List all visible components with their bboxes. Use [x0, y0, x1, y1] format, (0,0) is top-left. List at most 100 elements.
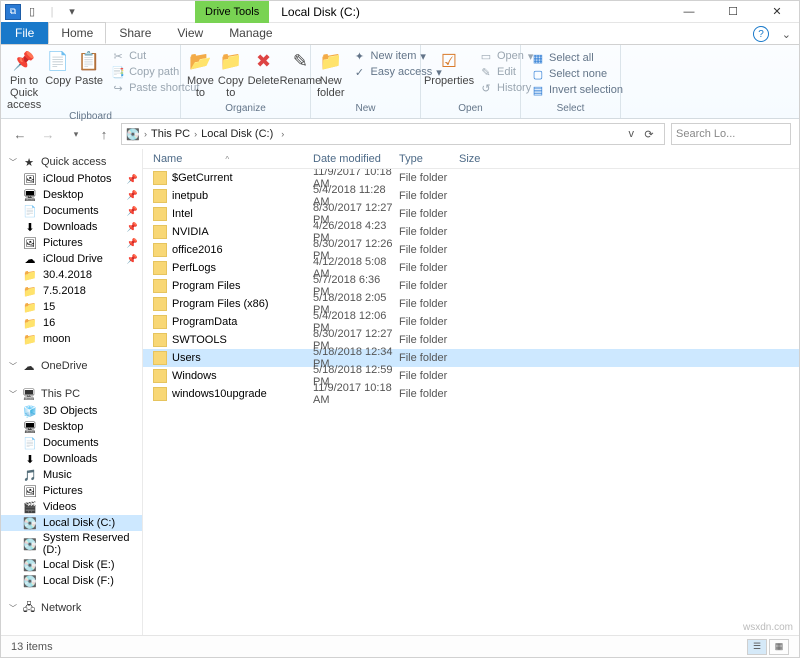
file-row[interactable]: Intel8/30/2017 12:27 PMFile folder — [143, 205, 799, 223]
new-folder-button[interactable]: 📁New folder — [317, 47, 345, 99]
select-all-button[interactable]: ▦Select all — [527, 51, 627, 65]
nav-item-pc-4[interactable]: 🎵Music — [1, 467, 142, 483]
nav-onedrive[interactable]: OneDrive — [41, 360, 87, 372]
nav-network[interactable]: Network — [41, 602, 81, 614]
folder-icon — [153, 261, 167, 275]
nav-up-button[interactable]: ↑ — [93, 123, 115, 145]
maximize-button[interactable]: ☐ — [711, 1, 755, 23]
new-group-label: New — [317, 103, 414, 116]
nav-quick-access[interactable]: Quick access — [41, 156, 106, 168]
copy-button[interactable]: 📄 Copy — [45, 47, 71, 87]
file-row[interactable]: NVIDIA4/26/2018 4:23 PMFile folder — [143, 223, 799, 241]
column-name[interactable]: Name ^ — [153, 153, 313, 165]
nav-item-qa-0[interactable]: 🖼iCloud Photos📌 — [1, 171, 142, 187]
nav-item-pc-1[interactable]: 🖥Desktop — [1, 419, 142, 435]
view-icons-button[interactable]: ▦ — [769, 639, 789, 655]
onedrive-icon: ☁ — [22, 359, 36, 373]
nav-item-pc-9[interactable]: 💽Local Disk (E:) — [1, 557, 142, 573]
moveto-button[interactable]: 📂Move to — [187, 47, 214, 99]
qat-dropdown-icon[interactable]: ▾ — [63, 3, 81, 21]
crumb-thispc[interactable]: This PC — [151, 128, 190, 140]
chevron-icon[interactable]: ﹀ — [9, 157, 17, 168]
nav-item-pc-8[interactable]: 💽System Reserved (D:) — [1, 531, 142, 557]
nav-item-pc-6[interactable]: 🎬Videos — [1, 499, 142, 515]
nav-forward-button[interactable]: → — [37, 123, 59, 145]
app-icon[interactable]: ⧉ — [5, 4, 21, 20]
cloud-icon: ☁ — [23, 252, 37, 266]
nav-item-pc-0[interactable]: 🧊3D Objects — [1, 403, 142, 419]
file-row[interactable]: PerfLogs4/12/2018 5:08 AMFile folder — [143, 259, 799, 277]
address-bar[interactable]: 💽 ›This PC ›Local Disk (C:)› v ⟳ — [121, 123, 665, 145]
invert-selection-button[interactable]: ▤Invert selection — [527, 83, 627, 97]
address-dropdown-icon[interactable]: v — [629, 128, 635, 140]
refresh-button[interactable]: ⟳ — [638, 128, 660, 141]
chevron-icon[interactable]: ﹀ — [9, 603, 17, 614]
file-list[interactable]: $GetCurrent11/9/2017 10:18 AMFile folder… — [143, 169, 799, 635]
qat-icon[interactable]: ▯ — [23, 3, 41, 21]
select-none-button[interactable]: ▢Select none — [527, 67, 627, 81]
nav-item-qa-10[interactable]: 📁moon — [1, 331, 142, 347]
file-row[interactable]: Users5/18/2018 12:34 PMFile folder — [143, 349, 799, 367]
nav-item-qa-1[interactable]: 🖥Desktop📌 — [1, 187, 142, 203]
view-details-button[interactable]: ☰ — [747, 639, 767, 655]
nav-item-qa-7[interactable]: 📁7.5.2018 — [1, 283, 142, 299]
column-type[interactable]: Type — [399, 153, 459, 165]
nav-item-pc-7[interactable]: 💽Local Disk (C:) — [1, 515, 142, 531]
context-tab-drive-tools[interactable]: Drive Tools — [195, 1, 269, 23]
tab-share[interactable]: Share — [106, 22, 164, 44]
desktop-icon: 🖥 — [23, 188, 37, 202]
nav-item-qa-2[interactable]: 📄Documents📌 — [1, 203, 142, 219]
properties-button[interactable]: ☑Properties — [427, 47, 471, 87]
file-type: File folder — [399, 352, 459, 364]
downloads-icon: ⬇ — [23, 220, 37, 234]
tab-home[interactable]: Home — [48, 22, 106, 44]
file-row[interactable]: ProgramData5/4/2018 12:06 PMFile folder — [143, 313, 799, 331]
minimize-button[interactable]: — — [667, 1, 711, 23]
search-input[interactable]: Search Lo... — [671, 123, 791, 145]
nav-item-pc-3[interactable]: ⬇Downloads — [1, 451, 142, 467]
copyto-button[interactable]: 📁Copy to — [218, 47, 244, 99]
file-row[interactable]: inetpub5/4/2018 11:28 AMFile folder — [143, 187, 799, 205]
file-row[interactable]: Windows5/18/2018 12:59 PMFile folder — [143, 367, 799, 385]
nav-item-pc-5[interactable]: 🖼Pictures — [1, 483, 142, 499]
chevron-icon[interactable]: ﹀ — [9, 361, 17, 372]
file-row[interactable]: windows10upgrade11/9/2017 10:18 AMFile f… — [143, 385, 799, 403]
paste-button[interactable]: 📋 Paste — [75, 47, 103, 87]
delete-button[interactable]: ✖Delete — [248, 47, 280, 87]
nav-this-pc[interactable]: This PC — [41, 388, 80, 400]
nav-item-pc-10[interactable]: 💽Local Disk (F:) — [1, 573, 142, 589]
nav-item-qa-8[interactable]: 📁15 — [1, 299, 142, 315]
nav-item-qa-4[interactable]: 🖼Pictures📌 — [1, 235, 142, 251]
file-row[interactable]: SWTOOLS8/30/2017 12:27 PMFile folder — [143, 331, 799, 349]
file-name: Program Files — [172, 280, 240, 292]
tab-file[interactable]: File — [1, 22, 48, 44]
crumb-drive[interactable]: Local Disk (C:) — [201, 128, 273, 140]
nav-item-qa-6[interactable]: 📁30.4.2018 — [1, 267, 142, 283]
nav-item-qa-3[interactable]: ⬇Downloads📌 — [1, 219, 142, 235]
folder-icon: 📁 — [23, 300, 37, 314]
nav-item-pc-2[interactable]: 📄Documents — [1, 435, 142, 451]
tab-manage[interactable]: Manage — [216, 22, 285, 44]
nav-item-qa-5[interactable]: ☁iCloud Drive📌 — [1, 251, 142, 267]
nav-recent-dropdown[interactable]: ▾ — [65, 123, 87, 145]
file-row[interactable]: office20168/30/2017 12:26 PMFile folder — [143, 241, 799, 259]
close-button[interactable]: ✕ — [755, 1, 799, 23]
ribbon-expand-icon[interactable]: ⌄ — [782, 28, 791, 41]
organize-group-label: Organize — [187, 103, 304, 116]
nav-back-button[interactable]: ← — [9, 123, 31, 145]
column-date[interactable]: Date modified — [313, 153, 399, 165]
help-icon[interactable]: ? — [753, 26, 769, 42]
pin-quick-access-button[interactable]: 📌 Pin to Quick access — [7, 47, 41, 111]
copypath-icon: 📑 — [111, 65, 125, 79]
window-title: Local Disk (C:) — [281, 5, 360, 19]
nav-item-qa-9[interactable]: 📁16 — [1, 315, 142, 331]
file-row[interactable]: Program Files5/7/2018 6:36 PMFile folder — [143, 277, 799, 295]
file-type: File folder — [399, 370, 459, 382]
column-size[interactable]: Size — [459, 153, 519, 165]
file-row[interactable]: Program Files (x86)5/18/2018 2:05 PMFile… — [143, 295, 799, 313]
navigation-pane[interactable]: ﹀★Quick access🖼iCloud Photos📌🖥Desktop📌📄D… — [1, 149, 143, 635]
file-type: File folder — [399, 280, 459, 292]
chevron-icon[interactable]: ﹀ — [9, 389, 17, 400]
tab-view[interactable]: View — [164, 22, 216, 44]
file-row[interactable]: $GetCurrent11/9/2017 10:18 AMFile folder — [143, 169, 799, 187]
